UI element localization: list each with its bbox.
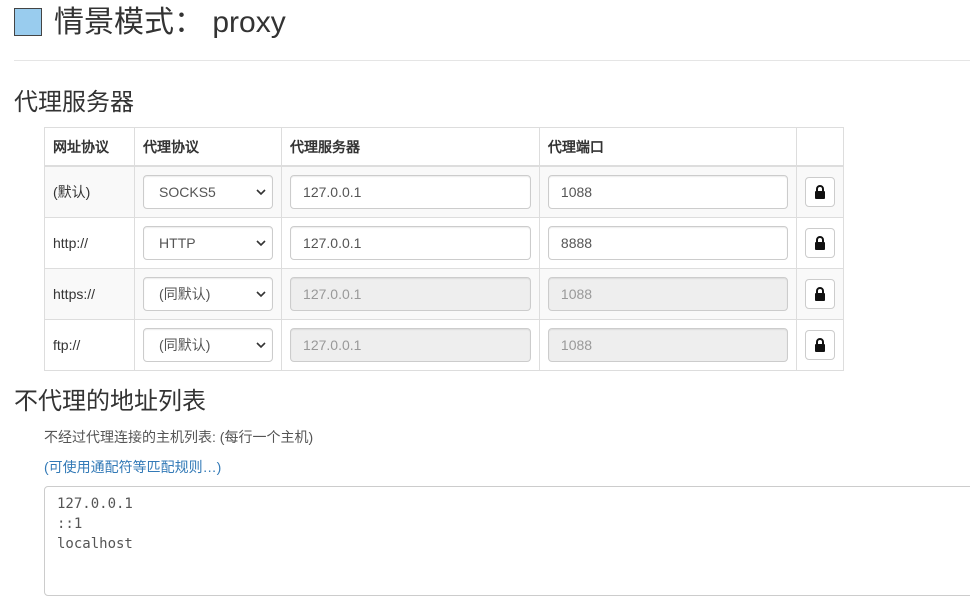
profile-color-swatch: [14, 8, 42, 36]
page-header: 情景模式： proxy: [14, 4, 970, 61]
row-protocol-cell: (同默认): [134, 268, 283, 320]
row-server-cell: 127.0.0.1: [281, 165, 540, 218]
row-server-cell: 127.0.0.1: [281, 217, 540, 269]
lock-button[interactable]: [804, 279, 835, 309]
row-server-cell: 127.0.0.1: [281, 268, 540, 320]
port-input: 1088: [547, 328, 788, 362]
table-row: (默认) SOCKS5 127.0.0.1 1088: [43, 165, 845, 218]
row-port-cell: 1088: [538, 319, 797, 371]
server-input[interactable]: 127.0.0.1: [290, 175, 531, 209]
wildcard-rules-link[interactable]: (可使用通配符等匹配规则…): [44, 457, 221, 477]
column-header-lock: [795, 127, 845, 167]
bypass-description: 不经过代理连接的主机列表: (每行一个主机): [44, 429, 314, 445]
page-title: 情景模式： proxy: [54, 6, 286, 39]
bypass-entry: 127.0.0.1: [57, 496, 133, 512]
protocol-select[interactable]: HTTP: [143, 226, 274, 260]
protocol-value: (同默认): [159, 337, 211, 353]
row-protocol-cell: (同默认): [134, 319, 283, 371]
chevron-down-icon: [256, 240, 266, 247]
bypass-entry: ::1: [57, 516, 83, 532]
protocol-select[interactable]: (同默认): [143, 277, 274, 311]
row-scheme: https://: [43, 268, 136, 320]
row-lock-cell: [795, 217, 845, 269]
column-header-scheme: 网址协议: [43, 127, 136, 167]
row-scheme: (默认): [43, 165, 136, 218]
lock-button[interactable]: [804, 177, 835, 207]
column-header-server: 代理服务器: [281, 127, 540, 167]
proxy-servers-heading: 代理服务器: [14, 89, 134, 116]
bypass-list-heading: 不代理的地址列表: [14, 388, 206, 415]
protocol-value: SOCKS5: [159, 184, 216, 200]
row-server-cell: 127.0.0.1: [281, 319, 540, 371]
row-lock-cell: [795, 268, 845, 320]
column-header-protocol: 代理协议: [134, 127, 283, 167]
protocol-select[interactable]: (同默认): [143, 328, 274, 362]
chevron-down-icon: [256, 189, 266, 196]
table-header-row: 网址协议 代理协议 代理服务器 代理端口: [43, 127, 845, 167]
column-header-port: 代理端口: [538, 127, 797, 167]
row-protocol-cell: SOCKS5: [134, 165, 283, 218]
row-port-cell: 1088: [538, 165, 797, 218]
protocol-value: (同默认): [159, 286, 211, 302]
port-input[interactable]: 8888: [547, 226, 788, 260]
table-row: ftp:// (同默认) 127.0.0.1 1088: [43, 319, 845, 371]
lock-icon: [814, 338, 825, 352]
row-scheme: http://: [43, 217, 136, 269]
lock-icon: [814, 185, 825, 199]
chevron-down-icon: [256, 291, 266, 298]
row-lock-cell: [795, 319, 845, 371]
chevron-down-icon: [256, 342, 266, 349]
server-input[interactable]: 127.0.0.1: [290, 226, 531, 260]
bypass-entry: localhost: [57, 536, 133, 552]
row-port-cell: 8888: [538, 217, 797, 269]
scheme-label: http://: [53, 235, 89, 251]
lock-icon: [814, 236, 825, 250]
server-input: 127.0.0.1: [290, 277, 531, 311]
lock-button[interactable]: [804, 228, 835, 258]
row-port-cell: 1088: [538, 268, 797, 320]
table-row: http:// HTTP 127.0.0.1 8888: [43, 217, 845, 269]
port-input[interactable]: 1088: [547, 175, 788, 209]
port-input: 1088: [547, 277, 788, 311]
scheme-label: ftp://: [53, 337, 81, 353]
scheme-label: (默认): [53, 184, 91, 200]
lock-button[interactable]: [804, 330, 835, 360]
server-input: 127.0.0.1: [290, 328, 531, 362]
scheme-label: https://: [53, 286, 96, 302]
table-row: https:// (同默认) 127.0.0.1 1088: [43, 268, 845, 320]
lock-icon: [814, 287, 825, 301]
row-scheme: ftp://: [43, 319, 136, 371]
row-protocol-cell: HTTP: [134, 217, 283, 269]
proxy-servers-table: 网址协议 代理协议 代理服务器 代理端口 (默认) SOCKS5 127.0.0.1…: [43, 127, 845, 371]
protocol-value: HTTP: [159, 235, 196, 251]
bypass-list-textarea[interactable]: 127.0.0.1::1localhost: [44, 486, 970, 596]
protocol-select[interactable]: SOCKS5: [143, 175, 274, 209]
row-lock-cell: [795, 165, 845, 218]
